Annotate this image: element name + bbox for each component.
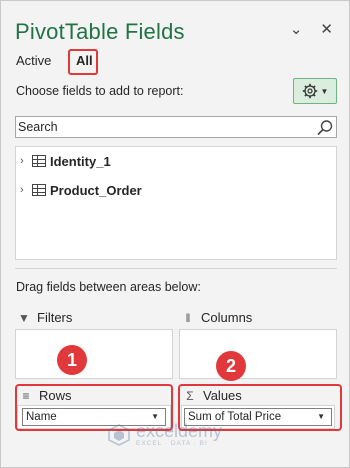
annotation-badge-1: 1 — [57, 345, 87, 375]
close-icon[interactable]: ✕ — [320, 21, 333, 39]
search-icon[interactable] — [316, 119, 334, 137]
table-icon — [32, 184, 46, 196]
choose-fields-label: Choose fields to add to report: — [16, 84, 184, 98]
filters-area[interactable] — [15, 329, 173, 379]
columns-label: Columns — [201, 310, 253, 325]
caret-down-icon: ▼ — [320, 86, 329, 96]
pane-controls: ⌄ ✕ — [290, 21, 333, 39]
field-label: Identity_1 — [50, 153, 111, 169]
pivottable-fields-pane: PivotTable Fields ⌄ ✕ Active All Choose … — [0, 0, 350, 468]
all-tab-highlight — [68, 49, 98, 75]
columns-area[interactable] — [179, 329, 337, 379]
search-input[interactable] — [16, 117, 306, 137]
search-box[interactable] — [15, 116, 337, 138]
tab-active[interactable]: Active — [16, 53, 51, 68]
watermark-name: exceldemy — [136, 421, 223, 441]
filters-label: Filters — [37, 310, 73, 325]
field-list: › Identity_1 › Product_Order — [15, 146, 337, 260]
watermark-tagline: EXCEL · DATA · BI — [136, 440, 208, 447]
gear-icon — [302, 83, 317, 99]
table-icon — [32, 155, 46, 167]
field-label: Product_Order — [50, 182, 142, 198]
field-settings-button[interactable]: ▼ — [293, 78, 337, 104]
columns-header: ‖ Columns — [181, 310, 253, 325]
chevron-right-icon[interactable]: › — [20, 184, 32, 196]
filters-header: ▼ Filters — [17, 310, 72, 325]
drag-fields-label: Drag fields between areas below: — [16, 280, 201, 294]
columns-icon: ‖ — [185, 310, 191, 325]
field-item-identity[interactable]: › Identity_1 — [20, 151, 111, 171]
filter-icon: ▼ — [18, 310, 30, 325]
watermark: exceldemy EXCEL · DATA · BI — [108, 422, 222, 447]
pane-title: PivotTable Fields — [15, 19, 185, 44]
chevron-down-icon[interactable]: ⌄ — [290, 21, 303, 39]
field-item-product-order[interactable]: › Product_Order — [20, 180, 142, 200]
divider — [15, 268, 337, 269]
annotation-badge-2: 2 — [216, 351, 246, 381]
chevron-right-icon[interactable]: › — [20, 155, 32, 167]
exceldemy-logo-icon — [108, 423, 130, 446]
